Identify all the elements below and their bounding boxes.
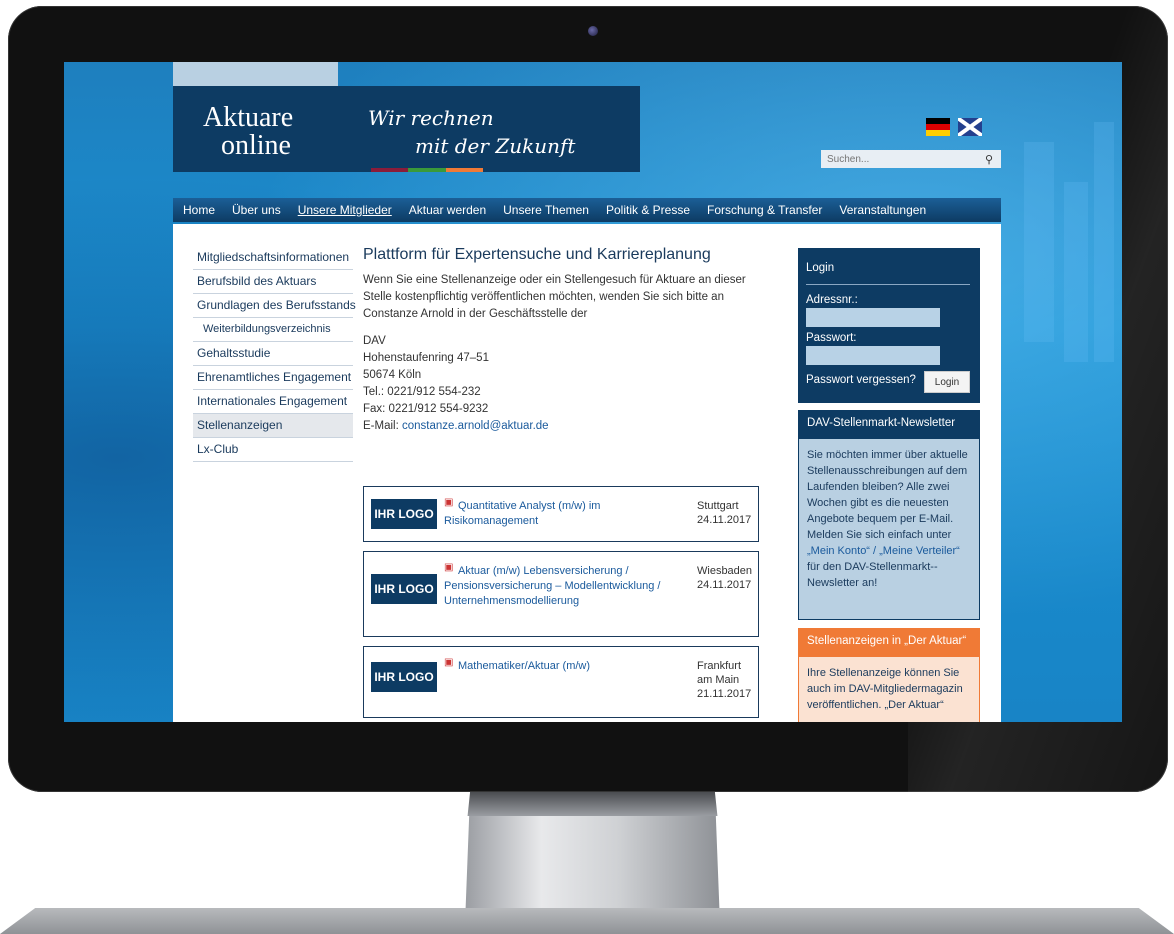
contact-address: DAV Hohenstaufenring 47–51 50674 Köln Te… bbox=[363, 333, 763, 435]
job-location: Wiesbaden 24.11.2017 bbox=[697, 564, 757, 592]
forgot-password-link[interactable]: Passwort vergessen? bbox=[806, 374, 916, 386]
address-line: DAV bbox=[363, 335, 386, 347]
uk-flag-icon[interactable] bbox=[958, 118, 982, 136]
sidebar-menu: Mitgliedschaftsinformationen Berufsbild … bbox=[193, 246, 356, 462]
company-logo: IHR LOGO bbox=[371, 662, 437, 692]
job-location: Frankfurt am Main 21.11.2017 bbox=[697, 659, 757, 701]
intro-text: Wenn Sie eine Stellenanzeige oder ein St… bbox=[363, 274, 746, 320]
search-icon[interactable]: ⚲ bbox=[985, 153, 993, 166]
search-box: ⚲ bbox=[821, 150, 1001, 168]
header-tab bbox=[173, 62, 338, 86]
der-aktuar-title: Stellenanzeigen in „Der Aktuar“ bbox=[799, 629, 979, 657]
site-logo[interactable]: Aktuare online Wir rechnen mit der Zukun… bbox=[173, 86, 640, 172]
stripe-green bbox=[408, 168, 446, 172]
der-aktuar-box: Stellenanzeigen in „Der Aktuar“ Ihre Ste… bbox=[798, 628, 980, 722]
username-field[interactable] bbox=[806, 308, 940, 327]
job-date: 21.11.2017 bbox=[697, 688, 752, 700]
screen: Aktuare online Wir rechnen mit der Zukun… bbox=[64, 62, 1122, 722]
newsletter-text-part: Sie möchten immer über aktuelle Stellena… bbox=[807, 449, 968, 541]
fax: Fax: 0221/912 554-9232 bbox=[363, 403, 489, 415]
login-button[interactable]: Login bbox=[924, 371, 970, 393]
newsletter-text-part: für den DAV-Stellenmarkt--Newsletter an! bbox=[807, 561, 938, 589]
nav-home[interactable]: Home bbox=[183, 203, 215, 217]
background-bar bbox=[1094, 122, 1114, 362]
sidebar-item-jobs[interactable]: Stellenanzeigen bbox=[193, 414, 353, 438]
main-nav: Home Über uns Unsere Mitglieder Aktuar w… bbox=[173, 198, 1001, 222]
sidebar-item-foundations[interactable]: Grundlagen des Berufsstands bbox=[193, 294, 356, 318]
password-field[interactable] bbox=[806, 346, 940, 365]
page-title: Plattform für Expertensuche und Karriere… bbox=[363, 246, 711, 263]
address-line: Hohenstaufenring 47–51 bbox=[363, 352, 489, 364]
sidebar-item-profession[interactable]: Berufsbild des Aktuars bbox=[193, 270, 353, 294]
job-listing[interactable]: IHR LOGO ▣ Aktuar (m/w) Lebensversicheru… bbox=[363, 551, 759, 637]
email-label: E-Mail: bbox=[363, 420, 402, 432]
sidebar-item-international[interactable]: Internationales Engagement bbox=[193, 390, 353, 414]
slogan-line2: mit der Zukunft bbox=[415, 134, 576, 158]
nav-members[interactable]: Unsere Mitglieder bbox=[298, 203, 392, 217]
my-account-link[interactable]: „Mein Konto“ / „Meine Verteiler“ bbox=[807, 545, 960, 557]
job-date: 24.11.2017 bbox=[697, 514, 752, 526]
german-flag-icon[interactable] bbox=[926, 118, 950, 136]
camera-icon bbox=[588, 26, 598, 36]
newsletter-text: Sie möchten immer über aktuelle Stellena… bbox=[799, 439, 979, 599]
job-city: Frankfurt am Main bbox=[697, 660, 742, 686]
job-title-link[interactable]: Aktuar (m/w) Lebensversicherung / Pensio… bbox=[444, 564, 694, 609]
sidebar-item-training[interactable]: Weiterbildungsverzeichnis bbox=[193, 318, 353, 342]
nav-about[interactable]: Über uns bbox=[232, 203, 281, 217]
sidebar-item-volunteer[interactable]: Ehrenamtliches Engagement bbox=[193, 366, 353, 390]
company-logo: IHR LOGO bbox=[371, 499, 437, 529]
job-title-link[interactable]: Quantitative Analyst (m/w) im Risikomana… bbox=[444, 499, 694, 529]
email-line: E-Mail: constanze.arnold@aktuar.de bbox=[363, 418, 763, 435]
background-bar bbox=[1064, 182, 1088, 362]
divider bbox=[806, 284, 970, 285]
der-aktuar-text: Ihre Stellenanzeige können Sie auch im D… bbox=[807, 667, 963, 711]
job-date: 24.11.2017 bbox=[697, 579, 752, 591]
sidebar-item-lx-club[interactable]: Lx-Club bbox=[193, 438, 353, 462]
address-line: 50674 Köln bbox=[363, 369, 422, 381]
slogan-line1: Wir rechnen bbox=[368, 106, 494, 130]
language-switcher bbox=[926, 118, 982, 136]
stripe-red bbox=[371, 168, 409, 172]
job-city: Wiesbaden bbox=[697, 565, 753, 577]
nav-events[interactable]: Veranstaltungen bbox=[839, 203, 926, 217]
job-listing[interactable]: IHR LOGO ▣ Mathematiker/Aktuar (m/w) Fra… bbox=[363, 646, 759, 718]
color-stripe bbox=[371, 168, 483, 172]
user-label: Adressnr.: bbox=[806, 294, 858, 306]
main-column: Plattform für Expertensuche und Karriere… bbox=[363, 246, 763, 435]
newsletter-box: DAV-Stellenmarkt-Newsletter Sie möchten … bbox=[798, 410, 980, 620]
job-location: Stuttgart 24.11.2017 bbox=[697, 499, 757, 527]
search-input[interactable] bbox=[821, 152, 979, 166]
email-link[interactable]: constanze.arnold@aktuar.de bbox=[402, 420, 549, 432]
nav-research[interactable]: Forschung & Transfer bbox=[707, 203, 822, 217]
sidebar-item-membership[interactable]: Mitgliedschaftsinformationen bbox=[193, 246, 353, 270]
logo-text-sub: online bbox=[221, 130, 291, 161]
monitor-base bbox=[0, 908, 1174, 934]
background-bar bbox=[1024, 142, 1054, 342]
phone: Tel.: 0221/912 554-232 bbox=[363, 386, 481, 398]
nav-become-actuary[interactable]: Aktuar werden bbox=[409, 203, 486, 217]
login-title: Login bbox=[806, 262, 835, 274]
content-area: Mitgliedschaftsinformationen Berufsbild … bbox=[173, 224, 1001, 722]
login-box: Login Adressnr.: Passwort: Passwort verg… bbox=[798, 248, 980, 403]
stand-shadow bbox=[467, 792, 718, 816]
job-city: Stuttgart bbox=[697, 500, 739, 512]
password-label: Passwort: bbox=[806, 332, 857, 344]
job-listing[interactable]: IHR LOGO ▣ Quantitative Analyst (m/w) im… bbox=[363, 486, 759, 542]
nav-topics[interactable]: Unsere Themen bbox=[503, 203, 589, 217]
stripe-orange bbox=[445, 168, 483, 172]
nav-politics-press[interactable]: Politik & Presse bbox=[606, 203, 690, 217]
company-logo: IHR LOGO bbox=[371, 574, 437, 604]
job-title-link[interactable]: Mathematiker/Aktuar (m/w) bbox=[444, 659, 694, 674]
sidebar-item-salary[interactable]: Gehaltsstudie bbox=[193, 342, 353, 366]
newsletter-title: DAV-Stellenmarkt-Newsletter bbox=[799, 411, 979, 439]
